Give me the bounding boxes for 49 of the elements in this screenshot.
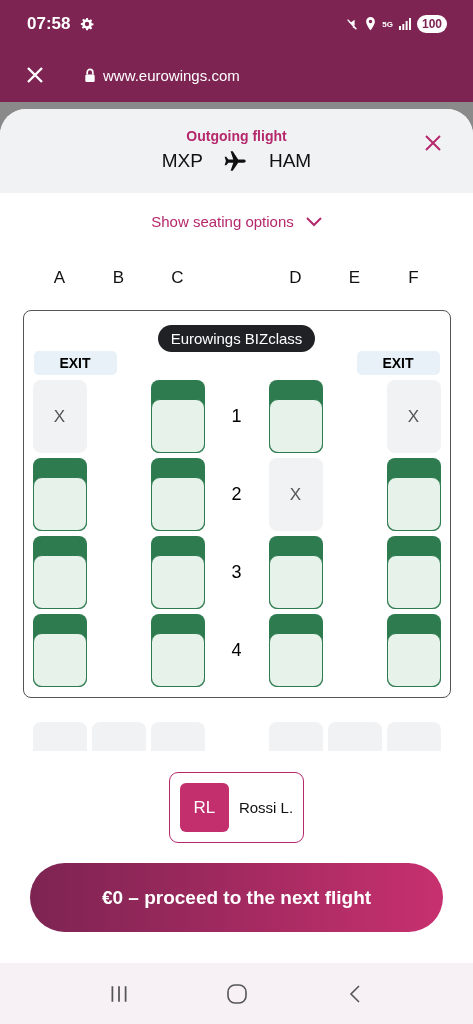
available-seat[interactable] [150,380,205,453]
available-seat[interactable] [386,458,441,531]
column-letter: F [407,268,420,288]
available-seat[interactable] [150,536,205,609]
column-letter: A [52,268,67,288]
available-seat[interactable] [32,458,87,531]
unavailable-seat: X [268,458,323,531]
available-seat[interactable] [386,614,441,687]
destination-code: HAM [268,150,312,172]
passenger-chip[interactable]: RL Rossi L. [168,772,305,843]
close-icon[interactable] [25,65,45,85]
column-letter: C [170,268,185,288]
row-number: 3 [230,561,243,584]
seating-options-toggle[interactable]: Show seating options [151,213,322,230]
battery-level: 100 [416,15,447,33]
passenger-initials: RL [179,783,229,832]
column-letter: E [347,268,362,288]
available-seat[interactable] [32,536,87,609]
available-seat[interactable] [150,614,205,687]
clock-time: 07:58 [27,14,71,34]
passenger-name: Rossi L. [238,799,294,816]
location-icon [365,17,377,31]
row-number: 2 [230,483,243,506]
settings-icon [80,17,95,31]
available-seat[interactable] [32,614,87,687]
url-text[interactable]: www.eurowings.com [103,66,240,84]
exit-sign: EXIT [356,351,440,375]
signal-icon [398,18,411,30]
row-number: 4 [230,639,243,662]
unavailable-seat: X [386,380,441,453]
proceed-button[interactable]: €0 – proceed to the next flight [30,863,443,932]
column-letter: B [111,268,126,288]
unavailable-seat: X [32,380,87,453]
origin-code: MXP [161,150,203,172]
exit-sign: EXIT [33,351,117,375]
available-seat[interactable] [150,458,205,531]
available-seat[interactable] [268,614,323,687]
row-number: 1 [230,405,243,428]
available-seat[interactable] [268,380,323,453]
chevron-icon [305,216,322,227]
available-seat[interactable] [268,536,323,609]
network-type: 5G [382,19,393,29]
cabin-class-label: Eurowings BIZclass [157,325,316,352]
home-icon[interactable] [226,982,249,1005]
available-seat[interactable] [386,536,441,609]
column-letter: D [288,268,303,288]
close-icon[interactable] [423,133,443,153]
flight-title: Outgoing flight [186,128,287,144]
lock-icon [84,67,96,83]
